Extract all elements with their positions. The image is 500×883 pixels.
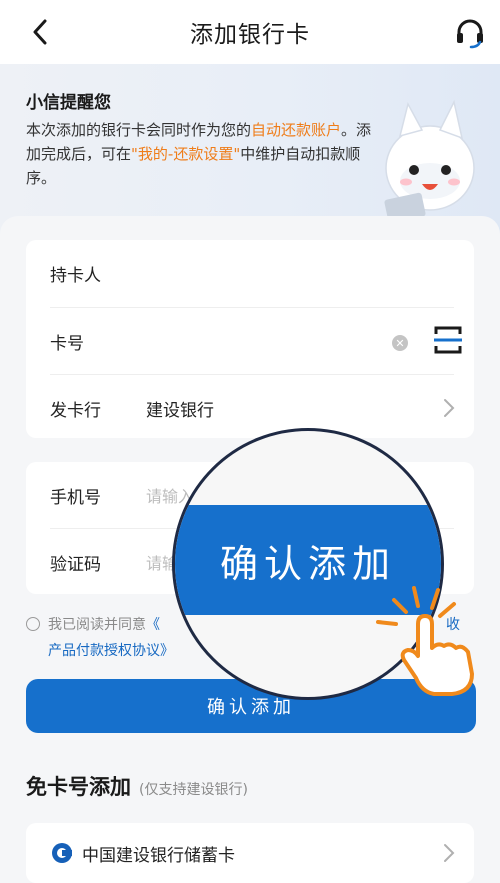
chevron-right-icon bbox=[444, 844, 455, 862]
headset-icon bbox=[457, 19, 483, 49]
back-button[interactable] bbox=[24, 16, 56, 48]
banner-text: 本次添加的银行卡会同时作为您的自动还款账户。添加完成后，可在"我的-还款设置"中… bbox=[26, 118, 376, 190]
holder-label: 持卡人 bbox=[50, 265, 101, 286]
chevron-left-icon bbox=[33, 19, 47, 45]
mascot-illustration bbox=[384, 99, 475, 224]
phone-label: 手机号 bbox=[50, 487, 101, 508]
ccb-debit-card-label: 中国建设银行储蓄卡 bbox=[82, 845, 235, 866]
holder-row[interactable]: 持卡人 bbox=[50, 240, 454, 306]
auto-repay-account-highlight: 自动还款账户 bbox=[251, 121, 342, 139]
issuing-bank-label: 发卡行 bbox=[50, 400, 101, 421]
top-bar: 添加银行卡 bbox=[0, 0, 500, 64]
banner-text-1: 本次添加的银行卡会同时作为您的 bbox=[26, 121, 252, 139]
ccb-debit-card-item[interactable]: 中国建设银行储蓄卡 bbox=[26, 823, 474, 883]
no-card-section-title: 免卡号添加 (仅支持建设银行) bbox=[26, 771, 248, 801]
chevron-right-icon bbox=[444, 399, 455, 417]
scan-card-icon[interactable] bbox=[434, 325, 462, 355]
card-info-group: 持卡人 卡号 ✕ 发卡行 建设银行 bbox=[26, 240, 474, 438]
banner-title: 小信提醒您 bbox=[26, 93, 111, 113]
card-number-label: 卡号 bbox=[50, 333, 84, 354]
no-card-title: 免卡号添加 bbox=[26, 775, 131, 799]
page-title: 添加银行卡 bbox=[190, 22, 310, 48]
code-label: 验证码 bbox=[50, 554, 101, 575]
customer-service-button[interactable] bbox=[452, 14, 488, 50]
agree-prefix: 我已阅读并同意 bbox=[48, 617, 146, 633]
tap-hand-icon bbox=[376, 586, 474, 696]
agreement-link[interactable]: 产品付款授权协议》 bbox=[48, 643, 174, 659]
clear-icon[interactable]: ✕ bbox=[392, 335, 408, 351]
reminder-banner: 小信提醒您 本次添加的银行卡会同时作为您的自动还款账户。添加完成后，可在"我的-… bbox=[0, 64, 500, 234]
agreement-link-start[interactable]: 《 bbox=[146, 617, 160, 633]
repay-settings-highlight: "我的-还款设置" bbox=[131, 145, 241, 163]
ccb-logo-icon bbox=[52, 843, 72, 863]
issuing-bank-row[interactable]: 发卡行 建设银行 bbox=[50, 375, 454, 441]
issuing-bank-value: 建设银行 bbox=[146, 400, 214, 421]
agree-checkbox[interactable] bbox=[26, 617, 40, 631]
no-card-subtitle: (仅支持建设银行) bbox=[139, 782, 248, 798]
